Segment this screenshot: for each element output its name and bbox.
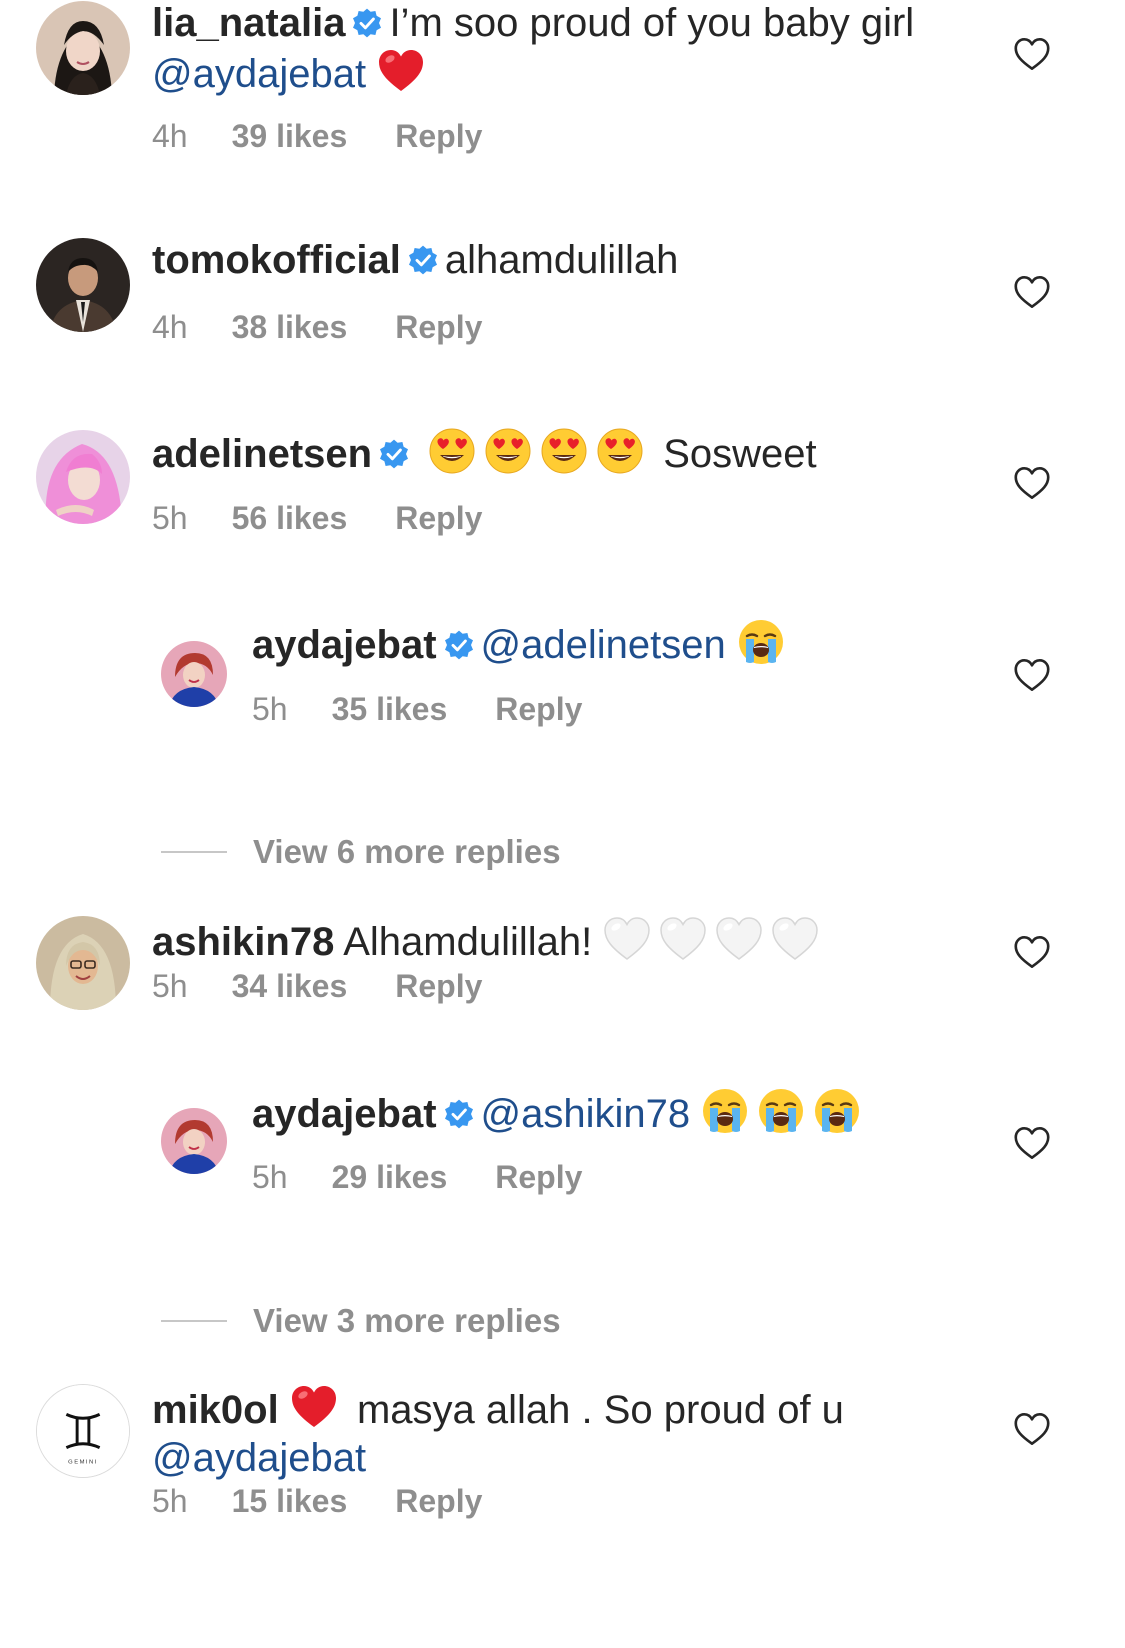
white-heart-emoji-icon — [715, 915, 763, 963]
divider-line — [161, 851, 227, 853]
comment-text: aydajebat @adelinetsen — [252, 618, 793, 669]
comment-meta: 4h 39 likes Reply — [152, 116, 482, 156]
reply-button[interactable]: Reply — [395, 116, 482, 156]
like-heart-icon[interactable] — [1013, 275, 1051, 309]
timestamp: 5h — [152, 1483, 188, 1519]
view-more-label: View 6 more replies — [253, 833, 561, 870]
avatar[interactable] — [161, 1108, 227, 1174]
comment-meta: 5h 34 likes Reply — [152, 966, 482, 1006]
avatar[interactable] — [36, 238, 130, 332]
like-heart-icon[interactable] — [1013, 1412, 1051, 1446]
reply-button[interactable]: Reply — [395, 498, 482, 538]
reply-button[interactable]: Reply — [395, 307, 482, 347]
like-heart-icon[interactable] — [1013, 658, 1051, 692]
heart-eyes-emoji-icon — [540, 427, 588, 475]
username[interactable]: ashikin78 — [152, 920, 334, 964]
verified-badge-icon — [351, 7, 383, 39]
like-heart-icon[interactable] — [1013, 37, 1051, 71]
comment-text: ashikin78 Alhamdulillah! — [152, 915, 827, 966]
gemini-logo-text: GEMINI — [68, 1459, 98, 1465]
likes-count[interactable]: 39 likes — [232, 116, 348, 156]
comment-meta: 5h 29 likes Reply — [252, 1157, 582, 1197]
comment-message: Alhamdulillah! — [343, 920, 593, 964]
comment-meta: 5h 35 likes Reply — [252, 689, 582, 729]
view-more-replies-button[interactable]: View 3 more replies — [161, 1301, 861, 1341]
comment-text: tomokofficial alhamdulillah — [152, 236, 678, 284]
red-heart-emoji-icon — [290, 1383, 338, 1431]
comment-text: lia_natalia I’m soo proud of you baby gir… — [152, 0, 932, 98]
reply-button[interactable]: Reply — [495, 1157, 582, 1197]
view-more-label: View 3 more replies — [253, 1302, 561, 1339]
mention-link[interactable]: @ashikin78 — [481, 1092, 691, 1136]
avatar[interactable]: GEMINI — [36, 1384, 130, 1478]
mention-link[interactable]: @aydajebat — [152, 52, 366, 96]
comment-message: Sosweet — [663, 432, 817, 476]
likes-count[interactable]: 38 likes — [232, 307, 348, 347]
comment-meta: 5h 15 likes Reply — [152, 1481, 482, 1521]
mention-link[interactable]: @adelinetsen — [481, 623, 726, 667]
like-heart-icon[interactable] — [1013, 466, 1051, 500]
reply-button[interactable]: Reply — [495, 689, 582, 729]
heart-eyes-emoji-icon — [428, 427, 476, 475]
comment-message: I’m soo proud of you baby girl — [389, 1, 915, 45]
comment-text: mik0ol masya allah . So proud of u @ayda… — [152, 1383, 912, 1482]
white-heart-emoji-icon — [603, 915, 651, 963]
like-heart-icon[interactable] — [1013, 1126, 1051, 1160]
verified-badge-icon — [443, 1098, 475, 1130]
comment-message: alhamdulillah — [444, 238, 679, 282]
loudly-crying-emoji-icon — [737, 618, 785, 666]
timestamp: 4h — [152, 309, 188, 345]
username[interactable]: aydajebat — [252, 1092, 437, 1136]
username[interactable]: mik0ol — [152, 1388, 279, 1432]
timestamp: 5h — [152, 500, 188, 536]
white-heart-emoji-icon — [659, 915, 707, 963]
likes-count[interactable]: 56 likes — [232, 498, 348, 538]
loudly-crying-emoji-icon — [813, 1087, 861, 1135]
likes-count[interactable]: 35 likes — [332, 689, 448, 729]
divider-line — [161, 1320, 227, 1322]
loudly-crying-emoji-icon — [757, 1087, 805, 1135]
timestamp: 5h — [152, 968, 188, 1004]
avatar[interactable] — [161, 641, 227, 707]
view-more-replies-button[interactable]: View 6 more replies — [161, 832, 861, 872]
comment-meta: 4h 38 likes Reply — [152, 307, 482, 347]
verified-badge-icon — [443, 629, 475, 661]
reply-button[interactable]: Reply — [395, 966, 482, 1006]
likes-count[interactable]: 29 likes — [332, 1157, 448, 1197]
reply-button[interactable]: Reply — [395, 1481, 482, 1521]
timestamp: 4h — [152, 118, 188, 154]
avatar[interactable] — [36, 1, 130, 95]
username[interactable]: lia_natalia — [152, 1, 345, 45]
verified-badge-icon — [378, 438, 410, 470]
heart-eyes-emoji-icon — [596, 427, 644, 475]
username[interactable]: adelinetsen — [152, 432, 372, 476]
likes-count[interactable]: 15 likes — [232, 1481, 348, 1521]
avatar[interactable] — [36, 916, 130, 1010]
loudly-crying-emoji-icon — [701, 1087, 749, 1135]
comment-meta: 5h 56 likes Reply — [152, 498, 482, 538]
username[interactable]: aydajebat — [252, 623, 437, 667]
likes-count[interactable]: 34 likes — [232, 966, 348, 1006]
like-heart-icon[interactable] — [1013, 935, 1051, 969]
avatar[interactable] — [36, 430, 130, 524]
heart-eyes-emoji-icon — [484, 427, 532, 475]
verified-badge-icon — [407, 244, 439, 276]
username[interactable]: tomokofficial — [152, 238, 401, 282]
timestamp: 5h — [252, 691, 288, 727]
white-heart-emoji-icon — [771, 915, 819, 963]
timestamp: 5h — [252, 1159, 288, 1195]
mention-link[interactable]: @aydajebat — [152, 1436, 366, 1480]
comment-message: masya allah . So proud of u — [356, 1388, 844, 1432]
red-heart-emoji-icon — [377, 47, 425, 95]
comment-text: adelinetsen Sosweet — [152, 427, 817, 478]
comment-text: aydajebat @ashikin78 — [252, 1087, 869, 1138]
